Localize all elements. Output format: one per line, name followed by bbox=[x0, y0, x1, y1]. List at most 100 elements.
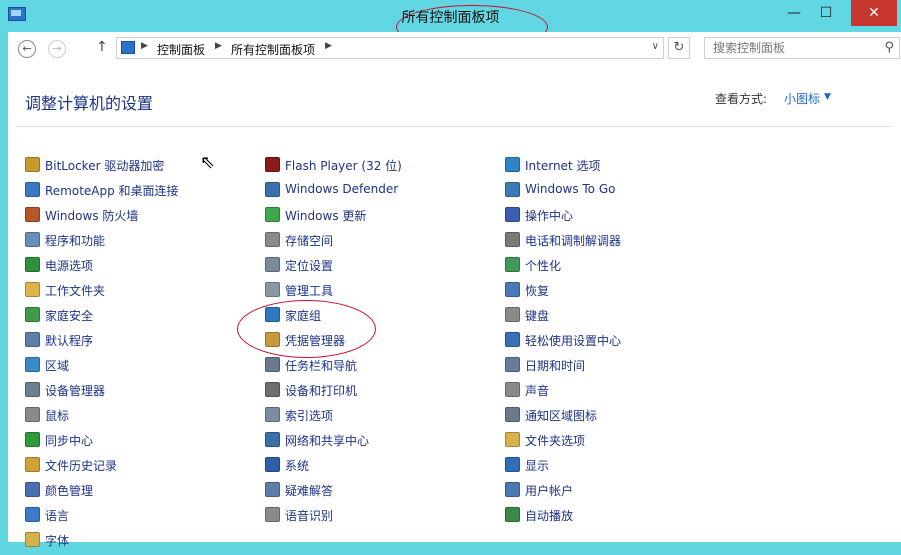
control-panel-item[interactable]: 日期和时间 bbox=[505, 355, 745, 380]
control-panel-item[interactable]: Windows To Go bbox=[505, 180, 745, 205]
control-panel-item[interactable]: 文件历史记录 bbox=[25, 455, 265, 480]
system-icon bbox=[265, 457, 280, 472]
breadcrumb-separator[interactable]: ▶ bbox=[215, 41, 222, 51]
speech-recognition-icon bbox=[265, 507, 280, 522]
control-panel-item[interactable]: 疑难解答 bbox=[265, 480, 505, 505]
control-panel-item-label: BitLocker 驱动器加密 bbox=[45, 159, 165, 173]
control-panel-item-label: 字体 bbox=[45, 534, 70, 548]
control-panel-item[interactable]: 显示 bbox=[505, 455, 745, 480]
control-panel-item[interactable]: 恢复 bbox=[505, 280, 745, 305]
control-panel-item-label: Flash Player (32 位) bbox=[285, 159, 402, 173]
chevron-down-icon[interactable]: ▼ bbox=[824, 92, 831, 102]
breadcrumb-control-panel[interactable]: 控制面板 bbox=[157, 41, 205, 58]
control-panel-item[interactable]: 区域 bbox=[25, 355, 265, 380]
control-panel-item[interactable]: 程序和功能 bbox=[25, 230, 265, 255]
mouse-icon bbox=[25, 407, 40, 422]
credential-manager-icon bbox=[265, 332, 280, 347]
control-panel-item[interactable]: 通知区域图标 bbox=[505, 405, 745, 430]
forward-button[interactable]: → bbox=[48, 40, 66, 58]
control-panel-item-label: 文件夹选项 bbox=[525, 434, 586, 448]
breadcrumb-separator[interactable]: ▶ bbox=[141, 41, 148, 51]
close-button[interactable]: ✕ bbox=[851, 0, 897, 26]
control-panel-item[interactable]: 凭据管理器 bbox=[265, 330, 505, 355]
divider bbox=[16, 126, 893, 127]
control-panel-item[interactable]: 网络和共享中心 bbox=[265, 430, 505, 455]
control-panel-item[interactable]: 语音识别 bbox=[265, 505, 505, 530]
title-bar: 所有控制面板项 — ☐ ✕ bbox=[0, 0, 901, 32]
control-panel-item[interactable]: BitLocker 驱动器加密 bbox=[25, 155, 265, 180]
control-panel-item-label: 声音 bbox=[525, 384, 550, 398]
control-panel-item[interactable]: 个性化 bbox=[505, 255, 745, 280]
breadcrumb-separator[interactable]: ▶ bbox=[325, 41, 332, 51]
date-time-icon bbox=[505, 357, 520, 372]
view-by-dropdown[interactable]: 小图标 bbox=[784, 90, 820, 107]
view-by-label: 查看方式: bbox=[715, 92, 768, 106]
control-panel-item-label: 网络和共享中心 bbox=[285, 434, 370, 448]
control-panel-item[interactable]: Flash Player (32 位) bbox=[265, 155, 505, 180]
control-panel-item[interactable]: 用户帐户 bbox=[505, 480, 745, 505]
control-panel-item[interactable]: 家庭安全 bbox=[25, 305, 265, 330]
region-icon bbox=[25, 357, 40, 372]
back-button[interactable]: ← bbox=[18, 40, 36, 58]
control-panel-item[interactable]: 系统 bbox=[265, 455, 505, 480]
control-panel-item[interactable]: 同步中心 bbox=[25, 430, 265, 455]
control-panel-item[interactable]: RemoteApp 和桌面连接 bbox=[25, 180, 265, 205]
control-panel-item-label: 定位设置 bbox=[285, 259, 334, 273]
control-panel-item[interactable]: 语言 bbox=[25, 505, 265, 530]
control-panel-item-label: 程序和功能 bbox=[45, 234, 106, 248]
control-panel-item[interactable]: 索引选项 bbox=[265, 405, 505, 430]
control-panel-item-label: 存储空间 bbox=[285, 234, 334, 248]
control-panel-item[interactable]: 声音 bbox=[505, 380, 745, 405]
control-panel-item[interactable]: 键盘 bbox=[505, 305, 745, 330]
language-icon bbox=[25, 507, 40, 522]
address-box[interactable]: ▶ 控制面板 ▶ 所有控制面板项 ▶ ∨ bbox=[116, 37, 664, 59]
control-panel-item[interactable]: Windows 防火墙 bbox=[25, 205, 265, 230]
control-panel-item[interactable]: 电源选项 bbox=[25, 255, 265, 280]
control-panel-item[interactable]: 自动播放 bbox=[505, 505, 745, 530]
notification-icons-icon bbox=[505, 407, 520, 422]
chevron-down-icon[interactable]: ∨ bbox=[652, 41, 659, 52]
control-panel-item[interactable]: 默认程序 bbox=[25, 330, 265, 355]
control-panel-item[interactable]: 轻松使用设置中心 bbox=[505, 330, 745, 355]
control-panel-item[interactable]: Windows Defender bbox=[265, 180, 505, 205]
power-icon bbox=[25, 257, 40, 272]
control-panel-item-label: 家庭组 bbox=[285, 309, 322, 323]
control-panel-item[interactable]: 鼠标 bbox=[25, 405, 265, 430]
control-panel-item-label: 凭据管理器 bbox=[285, 334, 346, 348]
control-panel-item[interactable]: 存储空间 bbox=[265, 230, 505, 255]
control-panel-item-label: 日期和时间 bbox=[525, 359, 586, 373]
control-panel-item-label: 语音识别 bbox=[285, 509, 334, 523]
breadcrumb-all-items[interactable]: 所有控制面板项 bbox=[231, 41, 315, 58]
control-panel-item-label: 语言 bbox=[45, 509, 70, 523]
family-safety-icon bbox=[25, 307, 40, 322]
control-panel-item[interactable]: 文件夹选项 bbox=[505, 430, 745, 455]
recovery-icon bbox=[505, 282, 520, 297]
search-icon[interactable]: ⚲ bbox=[884, 40, 894, 55]
control-panel-item[interactable]: 颜色管理 bbox=[25, 480, 265, 505]
control-panel-item[interactable]: 任务栏和导航 bbox=[265, 355, 505, 380]
up-button[interactable]: ↑ bbox=[96, 39, 108, 55]
control-panel-item-label: 设备管理器 bbox=[45, 384, 106, 398]
programs-icon bbox=[25, 232, 40, 247]
control-panel-item[interactable]: 定位设置 bbox=[265, 255, 505, 280]
control-panel-item[interactable]: 操作中心 bbox=[505, 205, 745, 230]
control-panel-item[interactable]: Internet 选项 bbox=[505, 155, 745, 180]
work-folders-icon bbox=[25, 282, 40, 297]
refresh-button[interactable]: ↻ bbox=[668, 37, 690, 59]
sound-icon bbox=[505, 382, 520, 397]
control-panel-item[interactable]: 字体 bbox=[25, 530, 265, 555]
control-panel-item[interactable]: 工作文件夹 bbox=[25, 280, 265, 305]
search-input[interactable] bbox=[705, 38, 883, 58]
control-panel-item[interactable]: 设备管理器 bbox=[25, 380, 265, 405]
bitlocker-icon bbox=[25, 157, 40, 172]
control-panel-item[interactable]: 电话和调制解调器 bbox=[505, 230, 745, 255]
remoteapp-icon bbox=[25, 182, 40, 197]
control-panel-item[interactable]: 家庭组 bbox=[265, 305, 505, 330]
content-area: 调整计算机的设置 查看方式: 小图标 ▼ ⇖ BitLocker 驱动器加密 Re… bbox=[8, 66, 901, 548]
control-panel-item[interactable]: Windows 更新 bbox=[265, 205, 505, 230]
maximize-button[interactable]: ☐ bbox=[810, 0, 842, 26]
minimize-button[interactable]: — bbox=[778, 0, 810, 26]
control-panel-item[interactable]: 设备和打印机 bbox=[265, 380, 505, 405]
control-panel-item[interactable]: 管理工具 bbox=[265, 280, 505, 305]
user-accounts-icon bbox=[505, 482, 520, 497]
